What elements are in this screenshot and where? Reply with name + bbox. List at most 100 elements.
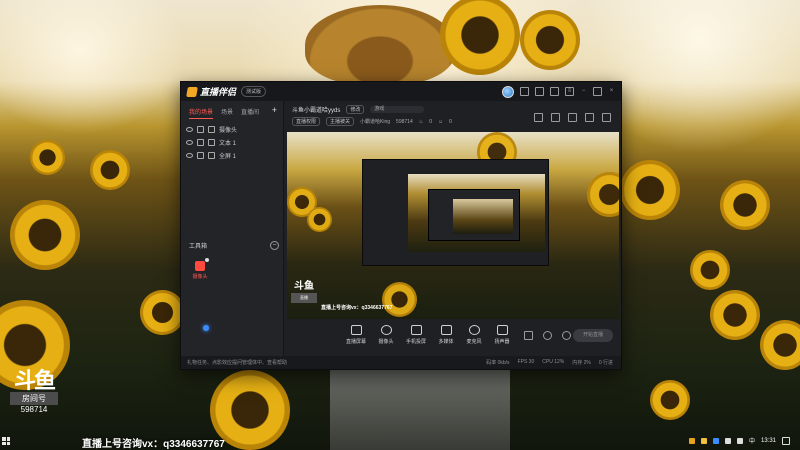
stat-memory: 内存 2% (572, 360, 591, 366)
control-media[interactable]: 多媒体 (434, 325, 458, 345)
hot-icon: ♨ (418, 118, 424, 125)
layer-item[interactable]: 全屏 1 (181, 149, 283, 162)
sunflower-image (760, 320, 800, 370)
stat-progress: 0 行进 (598, 360, 613, 366)
room-title-row: 斗鱼小霸道哈yyds 修改 游戏 (292, 105, 425, 114)
lock-icon[interactable] (197, 152, 204, 159)
layer-label: 全屏 1 (219, 154, 237, 160)
category-select[interactable]: 游戏 (370, 106, 425, 113)
collapse-icon[interactable]: − (270, 241, 279, 250)
status-bar: 礼物任务、点影效应提问管理体中、查看帮助 码率 0kb/s FPS 30 CPU… (181, 356, 621, 369)
lock-icon[interactable] (197, 139, 204, 146)
minimize-icon[interactable]: − (580, 88, 587, 95)
tab-live-room[interactable]: 直播间 (241, 107, 259, 119)
control-label: 扬声器 (494, 339, 510, 345)
toolbox-title: 工具箱 (189, 244, 208, 250)
control-speaker[interactable]: 扬声器 (490, 325, 514, 345)
network-icon[interactable] (724, 437, 731, 444)
gear-icon[interactable] (562, 331, 571, 340)
add-scene-button[interactable]: + (272, 106, 277, 119)
message-icon[interactable] (520, 87, 529, 96)
lock-icon[interactable] (197, 126, 204, 133)
topbar-actions (534, 113, 611, 122)
tray-app-icon[interactable] (700, 437, 707, 444)
tag-badge[interactable]: 直播权限 (292, 117, 321, 126)
control-label: 多媒体 (438, 339, 454, 345)
eye-icon[interactable] (543, 331, 552, 340)
notification-icon[interactable] (782, 436, 790, 445)
watermark-sub: 直播 (291, 293, 317, 303)
edit-button[interactable]: 修改 (346, 105, 365, 114)
sunflower-image (440, 0, 520, 75)
camera-tool-icon (195, 258, 209, 271)
eye-icon[interactable] (186, 127, 193, 132)
bottom-caption: 直播上号咨询vx：q3346637767 (82, 439, 225, 450)
app-logo-icon (186, 86, 198, 97)
sunflower-image (650, 380, 690, 420)
menu-icon[interactable]: ≡ (565, 87, 574, 96)
live-app-window: 直播伴侣 测试版 ≡ − × 我的场景 场景 直播间 + 摄像头 文本 1 全屏… (180, 81, 622, 370)
control-screen[interactable]: 直播屏幕 (344, 325, 368, 345)
room-id: 598714 (396, 118, 413, 125)
douyu-watermark: 斗鱼 直播 (291, 282, 317, 303)
bag-icon[interactable] (534, 113, 543, 122)
extra-controls (524, 331, 571, 340)
avatar[interactable] (502, 85, 514, 98)
layer-item[interactable]: 文本 1 (181, 136, 283, 149)
tag-badge[interactable]: 主播被关 (326, 117, 355, 126)
version-badge[interactable]: 测试版 (241, 86, 267, 97)
title-bar: 直播伴侣 测试版 ≡ − × (181, 82, 621, 101)
clock[interactable]: 13:31 (761, 438, 776, 444)
text-icon (208, 139, 215, 146)
tab-scene[interactable]: 场景 (221, 107, 233, 119)
eye-icon[interactable] (186, 153, 193, 158)
tool-camera[interactable]: 摄像头 (189, 258, 211, 280)
sunflower-image (587, 172, 619, 217)
share-icon[interactable] (602, 113, 611, 122)
control-mic[interactable]: 麦克风 (462, 325, 486, 345)
tray-app-icon[interactable] (712, 437, 719, 444)
volume-icon[interactable] (736, 437, 743, 444)
media-icon (440, 325, 452, 335)
nested-preview-2 (453, 199, 513, 234)
room-name[interactable]: 斗鱼小霸道哈yyds (292, 105, 340, 114)
stat-cpu: CPU 12% (542, 359, 565, 365)
camera-icon (380, 325, 392, 335)
logo-main: 斗鱼 (13, 368, 56, 393)
control-phone[interactable]: 手机投屏 (404, 325, 428, 345)
record-icon[interactable] (524, 331, 533, 340)
sunflower-image (690, 250, 730, 290)
eye-icon[interactable] (186, 140, 193, 145)
layer-item[interactable]: 摄像头 (181, 123, 283, 136)
screen-icon (350, 325, 362, 335)
sunflower-image (140, 290, 185, 335)
mobile-icon[interactable] (568, 113, 577, 122)
bell-icon[interactable] (585, 113, 594, 122)
viewer-icon: ☺ (438, 118, 444, 125)
source-controls: 直播屏幕 摄像头 手机投屏 多媒体 麦克风 扬声器 开始直播 (284, 320, 621, 356)
control-label: 麦克风 (466, 339, 482, 345)
maximize-icon[interactable] (593, 87, 602, 96)
douyu-logo: 斗鱼 房间号 598714 (10, 370, 58, 414)
watermark-text: 斗鱼 (294, 281, 314, 292)
room-meta-row: 直播权限 主播被关 小霸道哈King 598714 ♨ 0 ☺ 0 (292, 117, 452, 126)
viewer-count: 0 (449, 118, 452, 125)
screen-icon[interactable] (551, 113, 560, 122)
ime-indicator[interactable]: 中 (749, 436, 755, 445)
tab-my-scene[interactable]: 我的场景 (189, 107, 214, 119)
preview-caption: 直播上号咨询vx：q3346637767 (321, 305, 393, 311)
hot-count: 0 (429, 118, 432, 125)
camera-icon (208, 126, 215, 133)
scene-sidebar: 我的场景 场景 直播间 + 摄像头 文本 1 全屏 1 工具箱 − 摄像头 (181, 101, 284, 356)
windows-start-icon[interactable] (2, 437, 10, 445)
tray-app-icon[interactable] (688, 437, 695, 444)
close-icon[interactable]: × (608, 88, 615, 95)
gift-icon[interactable] (535, 87, 544, 96)
settings-icon[interactable] (550, 87, 559, 96)
stream-preview[interactable]: 斗鱼 直播 直播上号咨询vx：q3346637767 (287, 132, 619, 319)
control-camera[interactable]: 摄像头 (374, 325, 398, 345)
start-live-button[interactable]: 开始直播 (573, 329, 613, 342)
status-notice[interactable]: 礼物任务、点影效应提问管理体中、查看帮助 (187, 359, 287, 366)
status-stats: 码率 0kb/s FPS 30 CPU 12% 内存 2% 0 行进 (486, 359, 613, 366)
sunflower-image (710, 290, 760, 340)
